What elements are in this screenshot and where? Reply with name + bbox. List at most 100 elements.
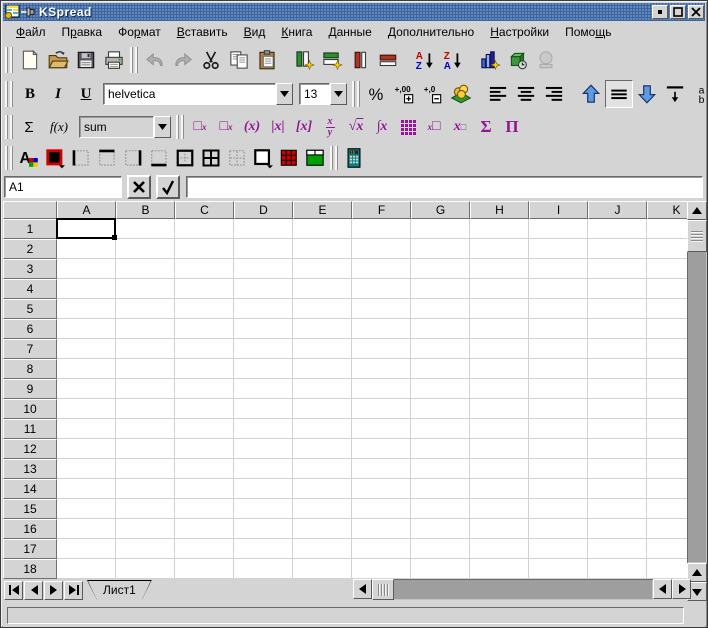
toolbar-handle[interactable] [5,146,13,169]
last-sheet-button[interactable] [64,581,83,600]
menu-настройки[interactable]: Настройки [483,23,556,41]
right-superscript-template-button[interactable]: x□ [447,114,473,140]
horizontal-scroll-thumb[interactable] [372,579,394,600]
horizontal-scroll-track[interactable] [372,579,653,600]
row-header-10[interactable]: 10 [3,399,57,419]
row-header-15[interactable]: 15 [3,499,57,519]
border-none-button[interactable] [224,145,250,171]
square-root-template-button[interactable]: √x [343,114,369,140]
redo-button[interactable] [169,46,197,74]
font-color-button[interactable]: A [16,145,42,171]
row-header-11[interactable]: 11 [3,419,57,439]
insert-script-button[interactable] [532,46,560,74]
column-header-F[interactable]: F [352,201,411,219]
absolute-value-template-button[interactable]: |x| [265,114,291,140]
autosum-button[interactable]: Σ [16,114,42,140]
menu-формат[interactable]: Формат [111,23,168,41]
row-header-6[interactable]: 6 [3,319,57,339]
border-right-button[interactable] [120,145,146,171]
next-sheet-button[interactable] [44,581,63,600]
cancel-button[interactable] [127,175,151,199]
percent-button[interactable]: % [363,80,391,108]
paste-button[interactable] [253,46,281,74]
menu-дополнительно[interactable]: Дополнительно [381,23,481,41]
valign-bottom-button[interactable] [633,80,661,108]
toolbar-handle[interactable] [176,115,184,140]
fraction-template-button[interactable]: xy [317,114,343,140]
toolbar-handle[interactable] [352,81,360,108]
background-color-button[interactable] [302,145,328,171]
app-menu-icon[interactable] [4,5,20,19]
font-size-combobox[interactable]: 13 [299,83,347,105]
maximize-button[interactable] [670,5,686,19]
new-document-button[interactable] [16,46,44,74]
column-header-H[interactable]: H [470,201,529,219]
row-header-5[interactable]: 5 [3,299,57,319]
valign-top-button[interactable] [577,80,605,108]
column-header-I[interactable]: I [529,201,588,219]
border-color-button[interactable] [42,145,68,171]
function-selector-combobox[interactable]: sum [79,116,171,138]
menu-данные[interactable]: Данные [321,23,378,41]
column-header-E[interactable]: E [293,201,352,219]
formula-input[interactable] [186,176,703,198]
align-right-button[interactable] [540,80,568,108]
row-header-3[interactable]: 3 [3,259,57,279]
row-header-8[interactable]: 8 [3,359,57,379]
border-all-button[interactable] [198,145,224,171]
bold-button[interactable]: B [16,80,44,108]
left-superscript-template-button[interactable]: x□ [421,114,447,140]
subscript-template-button[interactable]: □x [213,114,239,140]
row-header-2[interactable]: 2 [3,239,57,259]
row-header-18[interactable]: 18 [3,559,57,579]
resize-grip[interactable] [688,607,702,624]
italic-button[interactable]: I [44,80,72,108]
cell-reference-input[interactable] [4,176,122,198]
toolbar-handle[interactable] [5,115,13,140]
integral-template-button[interactable]: ∫x [369,114,395,140]
align-center-button[interactable] [512,80,540,108]
close-button[interactable] [688,5,704,19]
toolbar-handle[interactable] [5,47,13,74]
vertical-scroll-track[interactable] [687,220,707,563]
column-header-B[interactable]: B [116,201,175,219]
open-folder-button[interactable] [44,46,72,74]
toolbar-handle[interactable] [130,47,138,74]
toolbar-handle[interactable] [5,81,13,108]
border-outline-button[interactable] [172,145,198,171]
row-header-14[interactable]: 14 [3,479,57,499]
insert-object-button[interactable] [504,46,532,74]
menu-файл[interactable]: Файл [9,23,53,41]
border-color-red-button[interactable] [276,145,302,171]
font-name-combobox[interactable]: helvetica [103,83,293,105]
power-template-button[interactable]: □x [187,114,213,140]
menu-вид[interactable]: Вид [237,23,273,41]
cut-button[interactable] [197,46,225,74]
sort-ascending-button[interactable]: AZ [411,46,439,74]
border-bottom-button[interactable] [146,145,172,171]
font-size-value[interactable]: 13 [299,83,330,105]
brackets-template-button[interactable]: [x] [291,114,317,140]
insert-column-button[interactable] [290,46,318,74]
font-name-dropdown-arrow-icon[interactable] [276,83,293,105]
first-sheet-button[interactable] [4,581,23,600]
scroll-left-button[interactable] [353,579,372,599]
previous-sheet-button[interactable] [24,581,43,600]
sheet-tab[interactable]: Лист1 [87,580,152,600]
parentheses-template-button[interactable]: (x) [239,114,265,140]
row-header-13[interactable]: 13 [3,459,57,479]
confirm-button[interactable] [156,175,180,199]
sum-template-button[interactable]: Σ [473,114,499,140]
column-header-A[interactable]: A [57,201,116,219]
row-header-4[interactable]: 4 [3,279,57,299]
active-cell-selection[interactable] [56,218,116,239]
matrix-template-button[interactable] [395,114,421,140]
cell-grid[interactable] [57,219,687,579]
menu-помощь[interactable]: Помощь [558,23,618,41]
function-selector-value[interactable]: sum [79,116,154,138]
copy-button[interactable] [225,46,253,74]
select-all-corner[interactable] [3,201,57,219]
row-header-9[interactable]: 9 [3,379,57,399]
row-header-7[interactable]: 7 [3,339,57,359]
column-header-D[interactable]: D [234,201,293,219]
